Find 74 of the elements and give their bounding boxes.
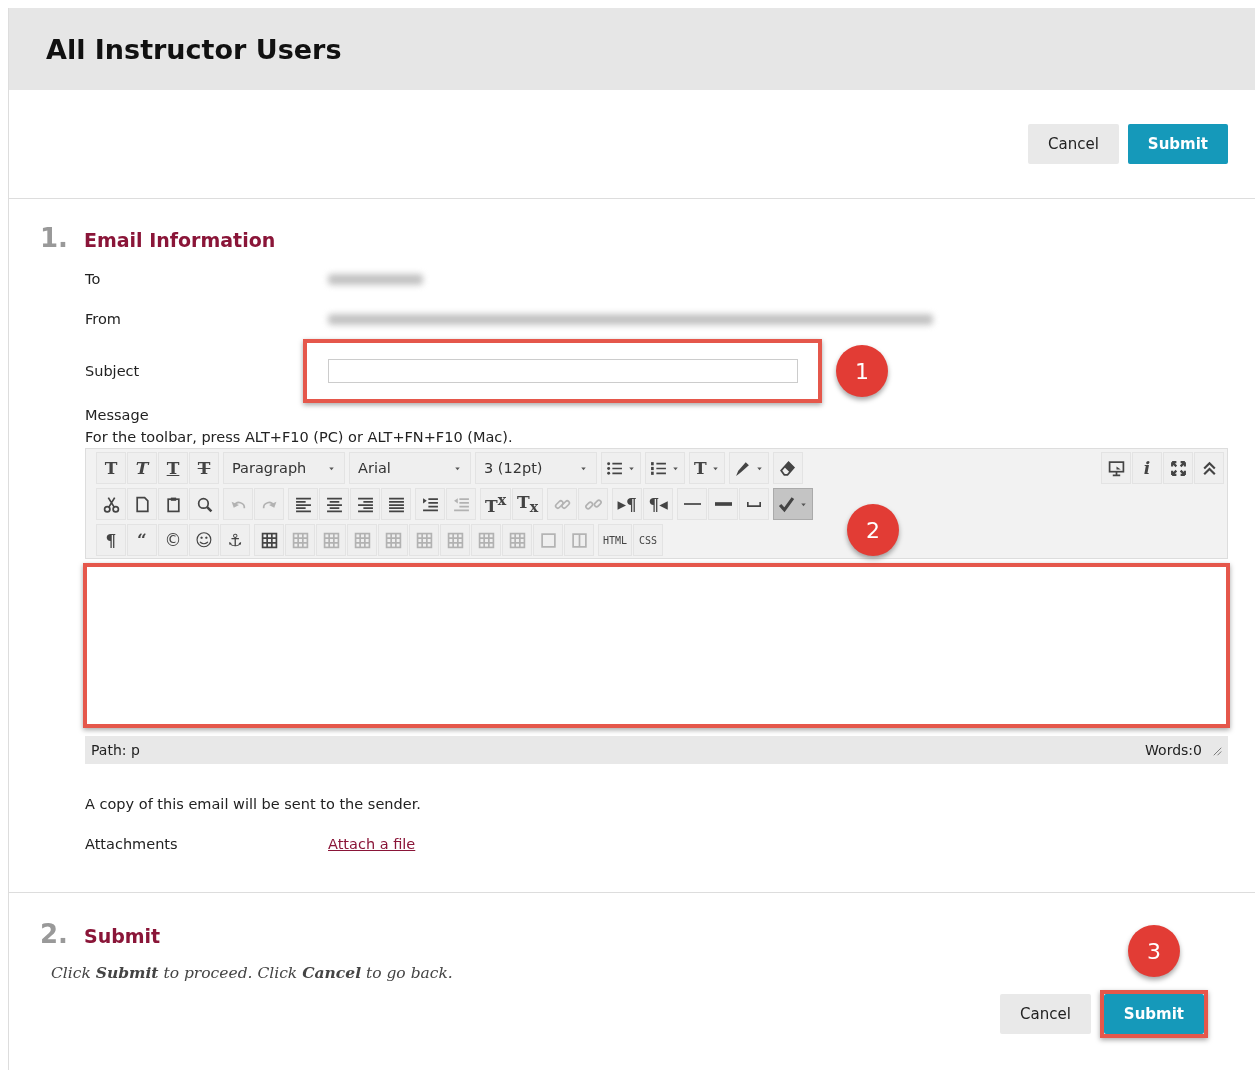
fullscreen-icon [1169, 459, 1187, 477]
section-title: Email Information [83, 229, 276, 251]
page-title: All Instructor Users [46, 33, 342, 65]
grid-icon [446, 531, 464, 549]
toolbar-button[interactable]: ☺ [189, 524, 219, 556]
cancel-button[interactable]: Cancel [1000, 994, 1091, 1034]
toolbar-button[interactable]: ¶◂ [643, 488, 674, 520]
grid-icon [477, 531, 495, 549]
attach-link[interactable]: Attach a file [328, 836, 416, 852]
instructions-text: Click Submit to proceed. Click Cancel to go back. [50, 963, 454, 982]
toolbar-button[interactable]: T$_{x}$ [512, 488, 544, 520]
toolbar-button[interactable]: “ [127, 524, 157, 556]
eraser-icon [779, 459, 797, 477]
highlighter-icon [733, 459, 751, 477]
clipboard-icon [164, 495, 182, 513]
toolbar-button[interactable]: ¶ [96, 524, 126, 556]
dropdown[interactable]: Paragraph [223, 452, 345, 484]
search-icon [195, 495, 213, 513]
align-left-icon [294, 495, 312, 513]
dropdown[interactable]: 3 (12pt) [475, 452, 597, 484]
space-icon [747, 501, 762, 507]
justify-icon [387, 495, 405, 513]
outdent-icon [452, 495, 470, 513]
thick-line-icon [714, 502, 732, 506]
callout-badge: 3 [1127, 925, 1180, 977]
toolbar-button[interactable]: T [96, 452, 126, 484]
step-number: 1. [40, 223, 68, 253]
chevrons-up-icon [1200, 459, 1218, 477]
toolbar-button[interactable]: T$^{x}$ [480, 488, 512, 520]
square-icon [539, 531, 557, 549]
path-text: Path: p [91, 742, 141, 758]
toolbar-button[interactable]: ▸¶ [612, 488, 643, 520]
toolbar-button[interactable]: T [158, 452, 188, 484]
monitor-icon [1107, 459, 1125, 477]
copy-note: A copy of this email will be sent to the sender. [85, 795, 422, 814]
table-icon [260, 531, 278, 549]
grid-icon [508, 531, 526, 549]
cancel-button[interactable]: Cancel [1028, 124, 1119, 164]
section-title: Submit [83, 925, 161, 947]
horizontal-line-icon [683, 503, 701, 505]
grid-icon [291, 531, 309, 549]
word-count: Words:0 [1145, 742, 1202, 758]
grid-icon [415, 531, 433, 549]
field-label: Subject [85, 363, 141, 379]
grid-icon [322, 531, 340, 549]
field-label: To [85, 271, 102, 287]
subject-field[interactable] [328, 359, 798, 383]
numbered-list-icon [650, 459, 667, 477]
field-label: Attachments [85, 836, 179, 852]
callout-badge: 1 [836, 345, 888, 397]
dropdown[interactable]: Arial [349, 452, 471, 484]
split-square-icon [570, 531, 588, 549]
toolbar-hint: For the toolbar, press ALT+F10 (PC) or ALT+FN+F10 (Mac). [85, 428, 514, 447]
bullet-list-icon [606, 459, 623, 477]
field-label: Message [85, 406, 150, 425]
step-number: 2. [40, 919, 68, 949]
align-right-icon [356, 495, 374, 513]
toolbar-button[interactable]: T [127, 452, 157, 484]
toolbar-button[interactable] [773, 488, 814, 520]
align-center-icon [325, 495, 343, 513]
scissors-icon [102, 495, 120, 513]
toolbar-button[interactable]: HTML [598, 524, 633, 556]
toolbar-button[interactable]: i [1132, 452, 1162, 484]
page-icon [133, 495, 151, 513]
field-label: From [85, 311, 122, 327]
toolbar-button[interactable]: T [689, 452, 725, 484]
grid-icon [353, 531, 371, 549]
toolbar-button[interactable]: CSS [633, 524, 664, 556]
toolbar-button[interactable]: T [189, 452, 219, 484]
grid-icon [384, 531, 402, 549]
checkmark-icon [778, 495, 796, 513]
toolbar-button[interactable]: ⚓ [220, 524, 250, 556]
indent-icon [421, 495, 439, 513]
toolbar-button[interactable]: © [158, 524, 188, 556]
